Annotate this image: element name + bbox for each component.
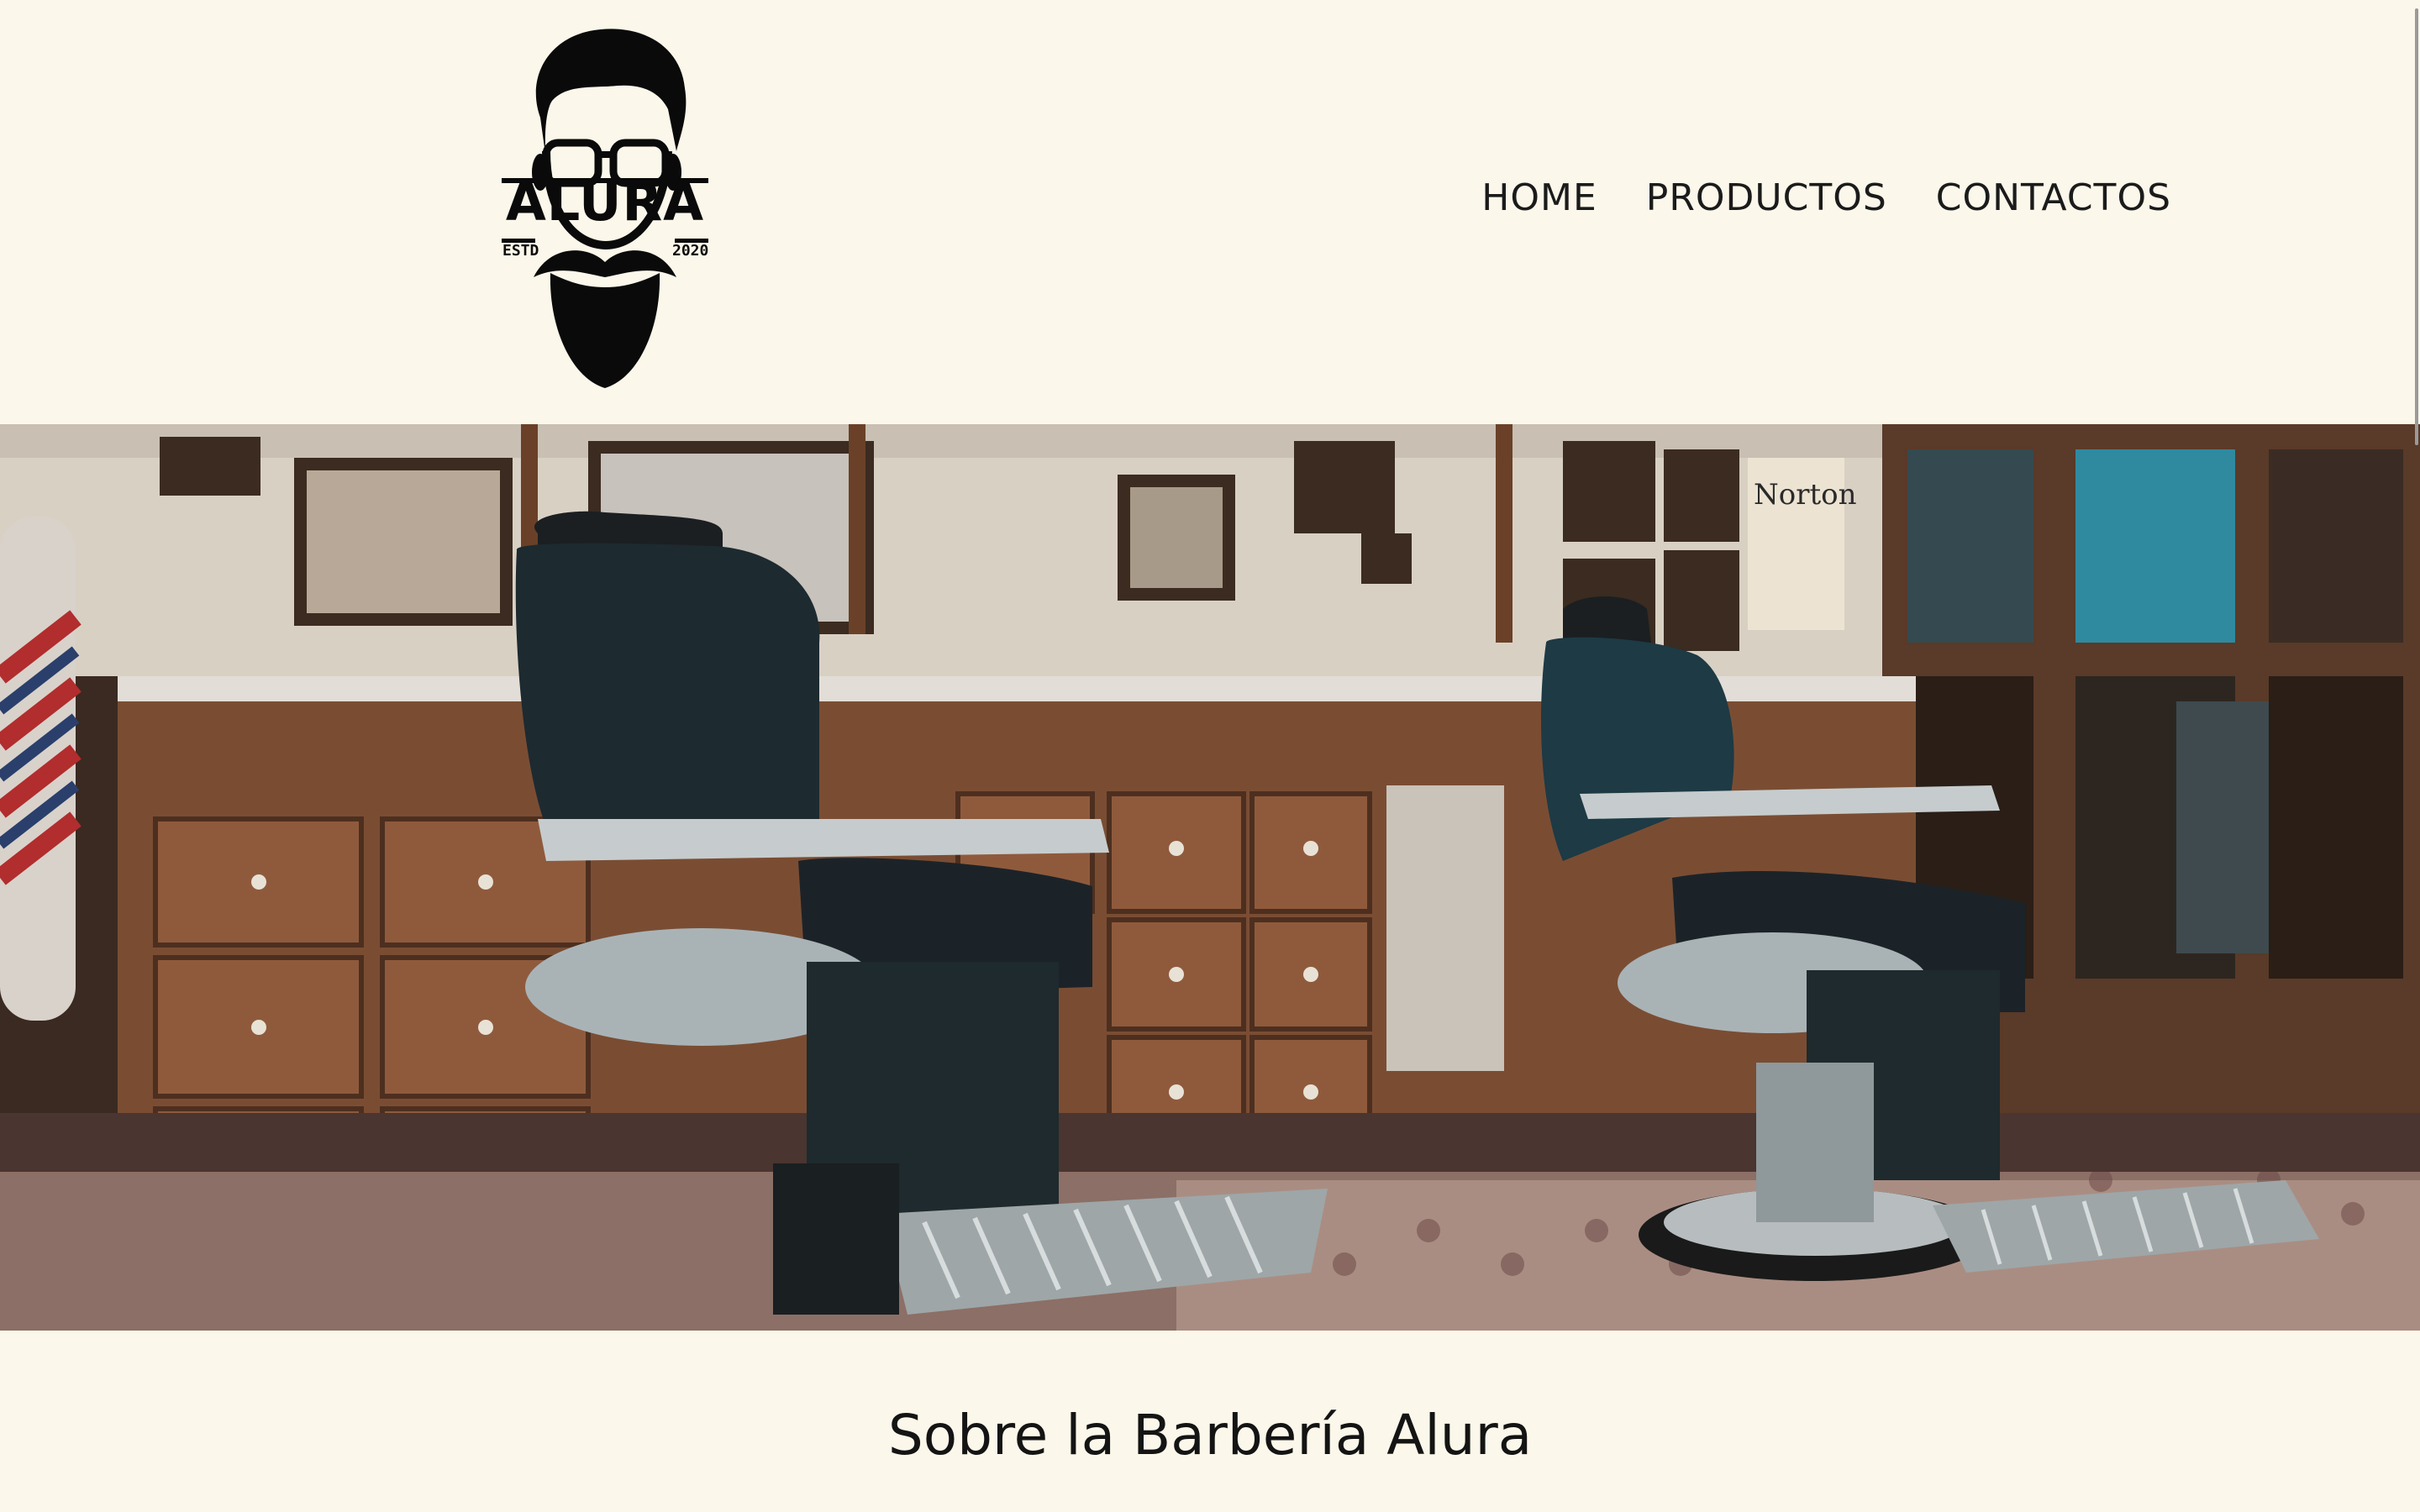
main-nav: HOME PRODUCTOS CONTACTOS bbox=[1481, 176, 2171, 219]
page: ALURA ESTD 2020 HOME PRODUCTOS CONTACTOS bbox=[0, 0, 2420, 1512]
nav-link-contactos[interactable]: CONTACTOS bbox=[1936, 176, 2171, 219]
logo-year-label: 2020 bbox=[672, 242, 709, 260]
page-scrollbar[interactable] bbox=[2413, 0, 2420, 1512]
logo-wordmark: ALURA bbox=[505, 171, 705, 233]
about-title: Sobre la Barbería Alura bbox=[887, 1403, 1533, 1467]
site-header: ALURA ESTD 2020 HOME PRODUCTOS CONTACTOS bbox=[0, 0, 2420, 424]
hero-banner: Norton bbox=[0, 424, 2420, 1331]
logo-estd-label: ESTD bbox=[502, 242, 539, 260]
nav-link-home[interactable]: HOME bbox=[1481, 176, 1597, 219]
nav-link-productos[interactable]: PRODUCTOS bbox=[1646, 176, 1887, 219]
barbershop-interior-image: Norton bbox=[0, 424, 2420, 1331]
norton-sign: Norton bbox=[1754, 478, 1857, 512]
scrollbar-thumb[interactable] bbox=[2415, 8, 2418, 445]
